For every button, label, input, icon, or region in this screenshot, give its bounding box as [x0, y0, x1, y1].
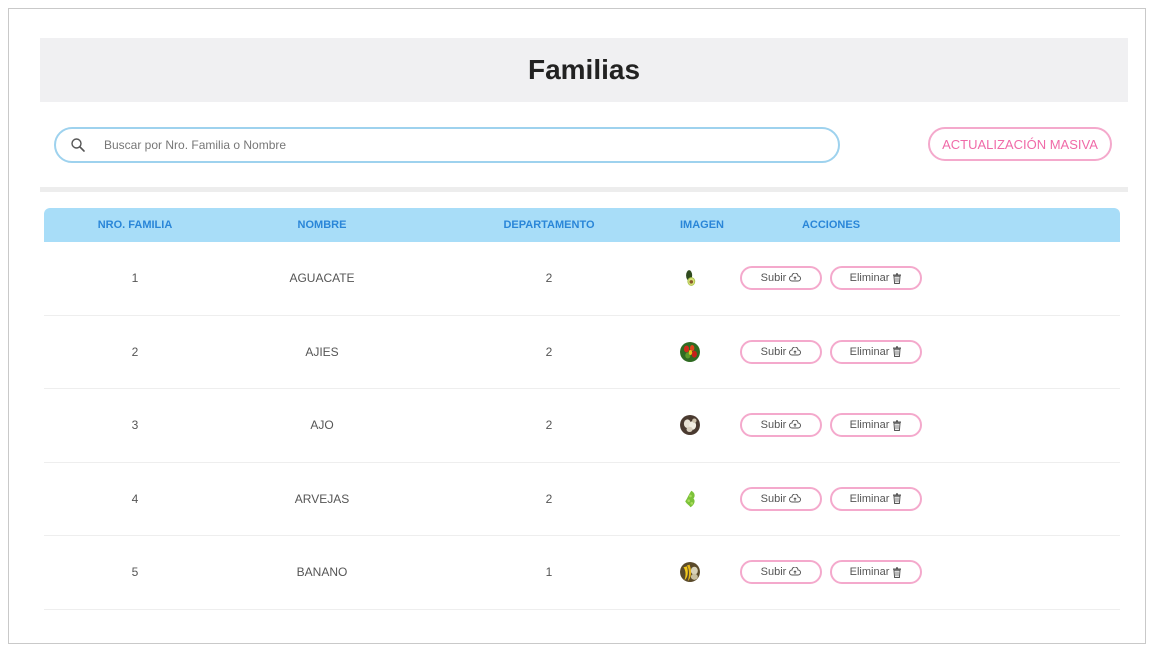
- row-actions: Subir Eliminar: [700, 560, 962, 585]
- upload-label: Subir: [760, 272, 787, 285]
- column-header-departamento: DEPARTAMENTO: [503, 219, 595, 231]
- cloud-upload-icon: [789, 493, 802, 504]
- delete-label: Eliminar: [849, 272, 890, 285]
- families-table: NRO. FAMILIA NOMBRE DEPARTAMENTO IMAGEN …: [44, 208, 1120, 610]
- delete-button[interactable]: Eliminar: [830, 486, 922, 511]
- cell-departamento: 2: [545, 344, 553, 359]
- delete-button[interactable]: Eliminar: [830, 413, 922, 438]
- trash-icon: [892, 493, 902, 505]
- delete-button[interactable]: Eliminar: [830, 339, 922, 364]
- trash-icon: [892, 273, 902, 284]
- delete-label: Eliminar: [849, 345, 890, 358]
- cell-nro: 5: [131, 565, 139, 580]
- row-actions: Subir Eliminar: [700, 266, 962, 291]
- cloud-upload-icon: [789, 273, 802, 283]
- delete-label: Eliminar: [849, 492, 890, 505]
- trash-icon: [892, 567, 902, 578]
- column-header-nro: NRO. FAMILIA: [97, 219, 173, 231]
- table-row: 2 AJIES 2 Subir Eliminar: [44, 316, 1120, 389]
- row-actions: Subir Eliminar: [700, 486, 962, 511]
- cell-imagen: [680, 549, 700, 595]
- peas-image: [680, 476, 700, 522]
- column-header-imagen: IMAGEN: [680, 219, 724, 231]
- table-row: 1 AGUACATE 2 Subir Eliminar: [44, 242, 1120, 316]
- avocado-image: [680, 255, 700, 301]
- title-band: Familias: [40, 38, 1128, 102]
- cell-nombre: AJO: [310, 418, 334, 433]
- divider: [40, 187, 1128, 192]
- upload-label: Subir: [760, 419, 787, 432]
- search-input[interactable]: Buscar por Nro. Familia o Nombre: [54, 127, 840, 163]
- cell-departamento: 2: [545, 418, 553, 433]
- cloud-upload-icon: [789, 567, 802, 577]
- row-actions: Subir Eliminar: [700, 339, 962, 364]
- cloud-upload-icon: [789, 346, 802, 357]
- cell-nombre: AGUACATE: [289, 271, 355, 286]
- cell-imagen: [680, 329, 700, 375]
- upload-button[interactable]: Subir: [740, 339, 822, 364]
- search-placeholder: Buscar por Nro. Familia o Nombre: [104, 138, 287, 152]
- cell-imagen: [680, 402, 700, 448]
- cell-nombre: ARVEJAS: [294, 491, 350, 506]
- delete-button[interactable]: Eliminar: [830, 560, 922, 585]
- banana-image: [680, 549, 700, 595]
- upload-button[interactable]: Subir: [740, 486, 822, 511]
- trash-icon: [892, 420, 902, 431]
- bulk-update-button[interactable]: ACTUALIZACIÓN MASIVA: [928, 127, 1112, 161]
- cell-departamento: 2: [545, 271, 553, 286]
- table-row: 3 AJO 2 Subir Eliminar: [44, 389, 1120, 463]
- table-header: NRO. FAMILIA NOMBRE DEPARTAMENTO IMAGEN …: [44, 208, 1120, 242]
- upload-button[interactable]: Subir: [740, 266, 822, 291]
- page-title: Familias: [527, 54, 641, 85]
- cell-departamento: 1: [545, 565, 553, 580]
- cell-nro: 4: [131, 491, 139, 506]
- cell-imagen: [680, 255, 700, 301]
- cell-nombre: BANANO: [296, 565, 348, 580]
- delete-label: Eliminar: [849, 419, 890, 432]
- cloud-upload-icon: [789, 420, 802, 430]
- delete-label: Eliminar: [849, 566, 890, 579]
- table-row: 5 BANANO 1 Subir Eliminar: [44, 536, 1120, 610]
- row-actions: Subir Eliminar: [700, 413, 962, 438]
- search-icon: [62, 129, 94, 161]
- cell-nro: 1: [131, 271, 139, 286]
- cell-imagen: [680, 476, 700, 522]
- upload-label: Subir: [760, 345, 787, 358]
- upload-button[interactable]: Subir: [740, 560, 822, 585]
- column-header-acciones: ACCIONES: [801, 219, 861, 231]
- upload-button[interactable]: Subir: [740, 413, 822, 438]
- trash-icon: [892, 346, 902, 358]
- upload-label: Subir: [760, 492, 787, 505]
- column-header-nombre: NOMBRE: [297, 219, 347, 231]
- garlic-image: [680, 402, 700, 448]
- upload-label: Subir: [760, 566, 787, 579]
- cell-nro: 2: [131, 344, 139, 359]
- cell-departamento: 2: [545, 491, 553, 506]
- peppers-image: [680, 329, 700, 375]
- cell-nro: 3: [131, 418, 139, 433]
- table-row: 4 ARVEJAS 2 Subir Eliminar: [44, 463, 1120, 536]
- delete-button[interactable]: Eliminar: [830, 266, 922, 291]
- cell-nombre: AJIES: [305, 344, 339, 359]
